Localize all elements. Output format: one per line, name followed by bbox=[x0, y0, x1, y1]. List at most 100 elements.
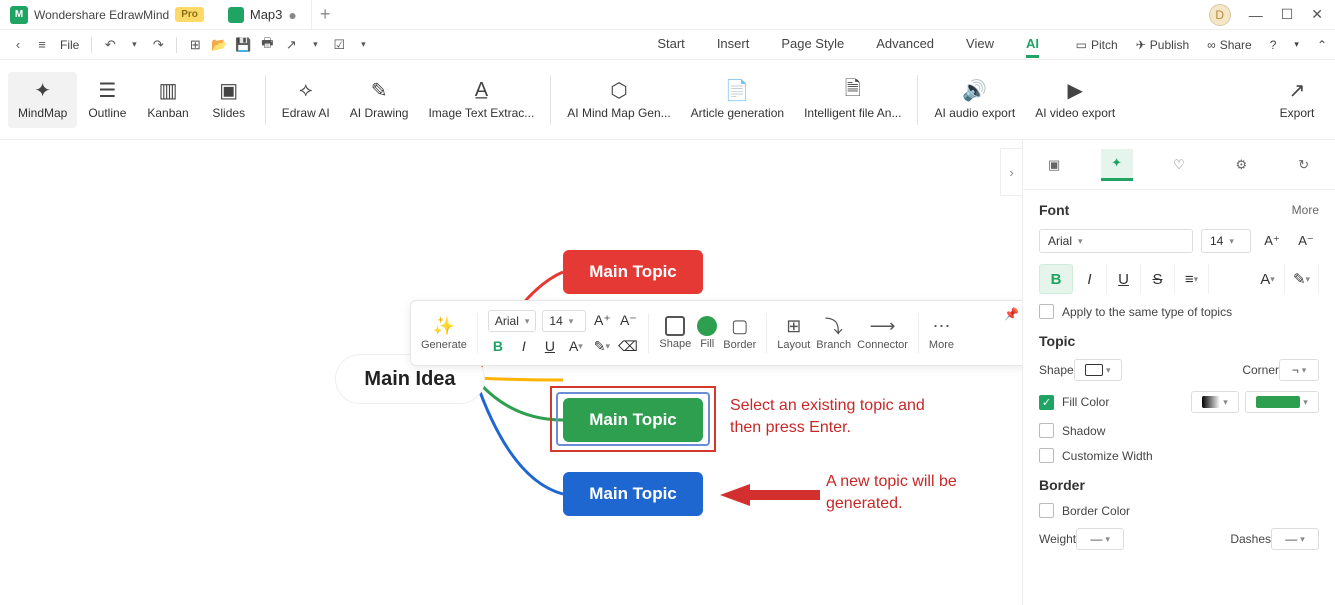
font-decrease-icon[interactable]: A⁻ bbox=[1293, 228, 1319, 254]
ft-connector[interactable]: ⟶Connector bbox=[857, 315, 908, 351]
ft-border[interactable]: ▢Border bbox=[723, 315, 756, 351]
ribbon-ai-audio[interactable]: 🔊AI audio export bbox=[924, 72, 1025, 128]
import-dropdown-icon[interactable]: ▾ bbox=[353, 35, 373, 55]
ft-shape[interactable]: Shape bbox=[659, 316, 691, 350]
fill-color-select[interactable]: ▾ bbox=[1245, 391, 1319, 413]
help-dropdown-icon[interactable]: ▾ bbox=[1294, 39, 1299, 50]
ft-more[interactable]: ⋯More bbox=[929, 315, 954, 351]
apply-same-checkbox[interactable]: Apply to the same type of topics bbox=[1039, 304, 1319, 319]
pitch-button[interactable]: ▭Pitch bbox=[1076, 38, 1118, 52]
node-topic-green[interactable]: Main Topic bbox=[563, 398, 703, 442]
ft-layout[interactable]: ⊞Layout bbox=[777, 315, 810, 351]
ribbon-ai-mindmap[interactable]: ⬡AI Mind Map Gen... bbox=[557, 72, 680, 128]
undo-dropdown-icon[interactable]: ▾ bbox=[124, 35, 144, 55]
ft-fill[interactable]: Fill bbox=[697, 316, 717, 350]
font-color-button[interactable]: A▾ bbox=[566, 336, 586, 356]
ribbon-edraw-ai[interactable]: ⟡Edraw AI bbox=[272, 72, 340, 128]
fill-gradient-select[interactable]: ▾ bbox=[1191, 391, 1239, 413]
panel-highlight-button[interactable]: ✎▾ bbox=[1285, 264, 1319, 294]
font-more-link[interactable]: More bbox=[1292, 203, 1319, 217]
close-icon[interactable]: ✕ bbox=[1311, 6, 1323, 23]
annotation-1: Select an existing topic and then press … bbox=[730, 395, 930, 440]
undo-icon[interactable]: ↶ bbox=[100, 35, 120, 55]
back-icon[interactable]: ‹ bbox=[8, 35, 28, 55]
maximize-icon[interactable]: ☐ bbox=[1281, 6, 1294, 23]
panel-tab-history-icon[interactable]: ↻ bbox=[1288, 149, 1320, 181]
bold-button[interactable]: B bbox=[488, 336, 508, 356]
fill-color-checkbox[interactable]: ✓ Fill Color bbox=[1039, 395, 1109, 410]
panel-underline-button[interactable]: U bbox=[1107, 264, 1141, 294]
minimize-icon[interactable]: — bbox=[1249, 7, 1263, 23]
share-button[interactable]: ∞Share bbox=[1207, 38, 1252, 52]
tab-insert[interactable]: Insert bbox=[717, 32, 750, 58]
add-tab-button[interactable]: + bbox=[320, 4, 331, 25]
menu-icon[interactable]: ≡ bbox=[32, 35, 52, 55]
ribbon-ai-drawing[interactable]: ✎AI Drawing bbox=[340, 72, 419, 128]
ribbon-outline[interactable]: ☰Outline bbox=[77, 72, 137, 128]
open-icon[interactable]: 📂 bbox=[209, 35, 229, 55]
save-icon[interactable]: 💾 bbox=[233, 35, 253, 55]
publish-button[interactable]: ✈Publish bbox=[1136, 38, 1189, 52]
ft-font-select[interactable]: Arial▾ bbox=[488, 310, 537, 332]
canvas[interactable]: Main Idea Main Topic Main Topic Main Top… bbox=[0, 140, 1022, 605]
pin-icon[interactable]: 📌 bbox=[1004, 307, 1019, 321]
panel-italic-button[interactable]: I bbox=[1073, 264, 1107, 294]
kanban-icon: ▥ bbox=[159, 80, 178, 102]
node-topic-red[interactable]: Main Topic bbox=[563, 250, 703, 294]
panel-tab-style-icon[interactable]: ✦ bbox=[1101, 149, 1133, 181]
avatar[interactable]: D bbox=[1209, 4, 1231, 26]
ribbon-ai-video[interactable]: ▶AI video export bbox=[1025, 72, 1125, 128]
branches bbox=[0, 140, 1022, 605]
tab-view[interactable]: View bbox=[966, 32, 994, 58]
ribbon-mindmap[interactable]: ✦MindMap bbox=[8, 72, 77, 128]
corner-select[interactable]: ¬▾ bbox=[1279, 359, 1319, 381]
panel-tab-gear-icon[interactable]: ⚙ bbox=[1225, 149, 1257, 181]
border-color-checkbox[interactable]: Border Color bbox=[1039, 503, 1319, 518]
export-dropdown-icon[interactable]: ▾ bbox=[305, 35, 325, 55]
weight-select[interactable]: —▾ bbox=[1076, 528, 1124, 550]
print-icon[interactable]: 🖶 bbox=[257, 35, 277, 55]
tab-start[interactable]: Start bbox=[657, 32, 684, 58]
italic-button[interactable]: I bbox=[514, 336, 534, 356]
panel-strike-button[interactable]: S bbox=[1141, 264, 1175, 294]
file-menu[interactable]: File bbox=[56, 38, 83, 52]
panel-collapse-button[interactable]: › bbox=[1000, 148, 1022, 196]
node-topic-blue[interactable]: Main Topic bbox=[563, 472, 703, 516]
panel-bold-button[interactable]: B bbox=[1039, 264, 1073, 294]
clear-format-icon[interactable]: ⌫ bbox=[618, 336, 638, 356]
font-decrease-icon[interactable]: A⁻ bbox=[618, 310, 638, 330]
collapse-ribbon-icon[interactable]: ⌃ bbox=[1317, 38, 1327, 52]
dashes-select[interactable]: —▾ bbox=[1271, 528, 1319, 550]
tab-advanced[interactable]: Advanced bbox=[876, 32, 934, 58]
underline-button[interactable]: U bbox=[540, 336, 560, 356]
document-tab[interactable]: Map3 ● bbox=[214, 0, 312, 29]
import-icon[interactable]: ☑ bbox=[329, 35, 349, 55]
tab-ai[interactable]: AI bbox=[1026, 32, 1039, 58]
ribbon-kanban[interactable]: ▥Kanban bbox=[137, 72, 198, 128]
redo-icon[interactable]: ↷ bbox=[148, 35, 168, 55]
panel-font-color-button[interactable]: A▾ bbox=[1251, 264, 1285, 294]
font-increase-icon[interactable]: A⁺ bbox=[592, 310, 612, 330]
font-increase-icon[interactable]: A⁺ bbox=[1259, 228, 1285, 254]
panel-align-button[interactable]: ≡▾ bbox=[1175, 264, 1209, 294]
font-family-select[interactable]: Arial▾ bbox=[1039, 229, 1193, 253]
panel-tab-shield-icon[interactable]: ♡ bbox=[1163, 149, 1195, 181]
customize-width-checkbox[interactable]: Customize Width bbox=[1039, 448, 1319, 463]
font-size-select[interactable]: 14▾ bbox=[1201, 229, 1251, 253]
highlight-button[interactable]: ✎▾ bbox=[592, 336, 612, 356]
shape-select[interactable]: ▾ bbox=[1074, 359, 1122, 381]
ribbon-image-text[interactable]: A̲Image Text Extrac... bbox=[418, 72, 544, 128]
ribbon-article-gen[interactable]: 📄Article generation bbox=[681, 72, 794, 128]
export-icon[interactable]: ↗ bbox=[281, 35, 301, 55]
ribbon-export[interactable]: ↗Export bbox=[1267, 72, 1327, 128]
ft-size-select[interactable]: 14▾ bbox=[542, 310, 586, 332]
ribbon-slides[interactable]: ▣Slides bbox=[199, 72, 259, 128]
new-icon[interactable]: ⊞ bbox=[185, 35, 205, 55]
tab-page-style[interactable]: Page Style bbox=[781, 32, 844, 58]
ft-generate[interactable]: ✨ Generate bbox=[421, 315, 467, 351]
panel-tab-topic-icon[interactable]: ▣ bbox=[1038, 149, 1070, 181]
ft-branch[interactable]: ⤵Branch bbox=[816, 315, 851, 351]
ribbon-intelligent-file[interactable]: 🗎Intelligent file An... bbox=[794, 72, 911, 128]
help-icon[interactable]: ? bbox=[1270, 38, 1277, 52]
shadow-checkbox[interactable]: Shadow bbox=[1039, 423, 1319, 438]
